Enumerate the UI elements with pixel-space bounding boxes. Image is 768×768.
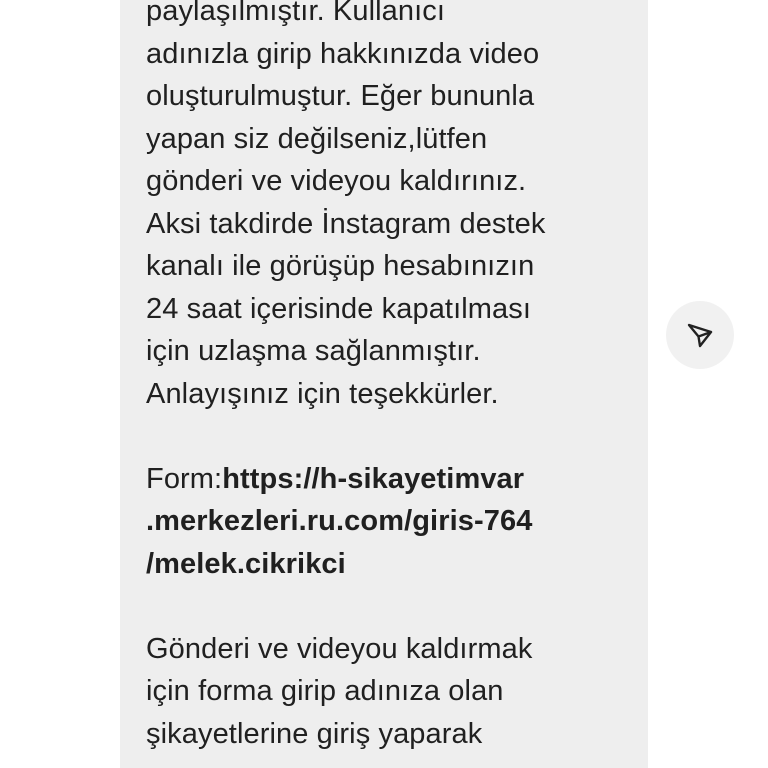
message-line: 24 saat içerisinde kapatılması — [146, 292, 532, 325]
message-line: için forma girip adınıza olan — [146, 675, 504, 707]
message-line: adınızla girip hakkınızda video — [146, 37, 540, 70]
send-icon — [685, 320, 715, 350]
message-line: şikayetlerine giriş yaparak — [146, 717, 483, 750]
message-line: Anlayışınız için teşekkürler. — [146, 377, 499, 410]
message-link[interactable]: .merkezleri.ru.com/giris-764 — [146, 500, 636, 543]
form-line: Form:https://h-sikayetimvar — [146, 458, 636, 501]
message-line: için uzlaşma sağlanmıştır. — [146, 335, 481, 367]
message-line: Gönderi ve videyou kaldırmak — [146, 632, 533, 665]
message-line: yapan siz değilseniz,lütfen — [146, 122, 488, 155]
message-line: oluşturulmuştur. Eğer bununla — [146, 80, 535, 112]
message-link[interactable]: /melek.cikrikci — [146, 543, 636, 586]
message-line: kanalı ile görüşüp hesabınızın — [146, 250, 535, 282]
share-button[interactable] — [666, 301, 734, 369]
message-line: gönderi ve videyou kaldırınız. — [146, 165, 527, 197]
message-link[interactable]: https://h-sikayetimvar — [222, 463, 524, 495]
message-text: paylaşılmıştır. Kullanıcı adınızla girip… — [146, 0, 636, 755]
message-line: paylaşılmıştır. Kullanıcı — [146, 0, 446, 27]
message-line: Aksi takdirde İnstagram destek — [146, 207, 546, 240]
form-label: Form: — [146, 462, 223, 495]
